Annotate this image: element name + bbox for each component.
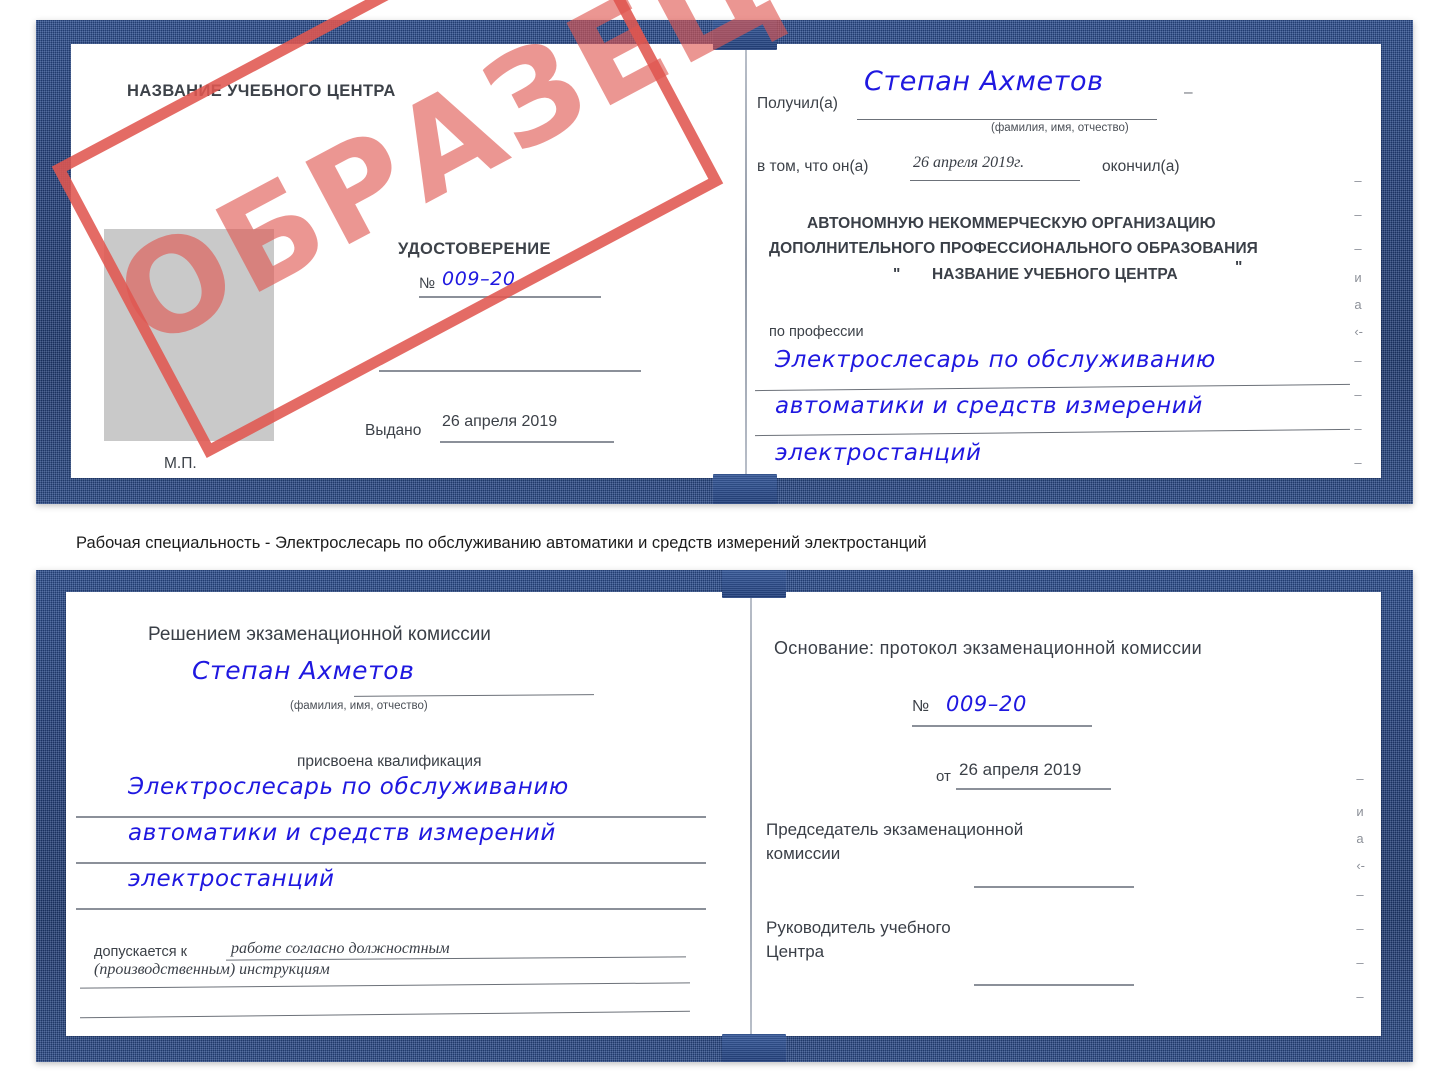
margin-mark: –	[1354, 421, 1362, 436]
margin-mark: –	[1356, 771, 1364, 786]
margin-mark: –	[1356, 955, 1364, 970]
finished-label: окончил(а)	[1102, 158, 1180, 175]
bottom-certificate-book: Решением экзаменационной комиссии Степан…	[36, 570, 1413, 1062]
top-spine-tab-lower	[713, 474, 777, 504]
received-value: Степан Ахметов	[864, 66, 1104, 97]
received-label: Получил(а)	[757, 95, 838, 112]
margin-marks-top: – – – и а ‹- – – – –	[1354, 174, 1363, 469]
qualification-rule1	[76, 816, 706, 818]
head-signature-rule	[974, 984, 1134, 986]
organization-line1: АВТОНОМНУЮ НЕКОММЕРЧЕСКУЮ ОРГАНИЗАЦИЮ	[807, 215, 1216, 232]
head-line2: Центра	[766, 942, 825, 961]
qualification-line2: автоматики и средств измерений	[128, 820, 556, 846]
qualification-rule3	[76, 908, 706, 910]
top-left-blank-rule	[379, 370, 641, 372]
bottom-spine-tab-lower	[722, 1034, 786, 1062]
bottom-right-page: Основание: протокол экзаменационной коми…	[756, 592, 1381, 1036]
chairman-line1: Председатель экзаменационной	[766, 820, 1024, 839]
admitted-rule3	[80, 1010, 690, 1019]
margin-mark: а	[1356, 831, 1364, 846]
top-left-number-value: 009–20	[442, 268, 516, 290]
top-left-doc-title: УДОСТОВЕРЕНИЕ	[398, 240, 551, 258]
caption-text: Рабочая специальность - Электрослесарь п…	[76, 534, 927, 552]
bottom-name-rule	[353, 694, 595, 698]
qualification-line1: Электрослесарь по обслуживанию	[128, 774, 569, 800]
margin-mark: ‹-	[1356, 858, 1365, 873]
top-right-page: Получил(а) Степан Ахметов (фамилия, имя,…	[747, 44, 1381, 478]
top-left-issued-rule	[440, 441, 614, 443]
bottom-left-page: Решением экзаменационной комиссии Степан…	[66, 592, 750, 1036]
protocol-date-label: от	[936, 768, 951, 785]
margin-mark: –	[1356, 921, 1364, 936]
margin-dash-a: –	[1184, 84, 1193, 101]
completion-date-rule	[910, 180, 1080, 182]
fio-hint-top: (фамилия, имя, отчество)	[991, 122, 1129, 134]
basis-label: Основание: протокол экзаменационной коми…	[774, 638, 1202, 658]
certificate-scan-canvas: НАЗВАНИЕ УЧЕБНОГО ЦЕНТРА УДОСТОВЕРЕНИЕ №…	[0, 0, 1448, 1085]
profession-line1: Электрослесарь по обслуживанию	[775, 347, 1216, 373]
margin-mark: –	[1356, 887, 1364, 902]
margin-mark: –	[1354, 173, 1362, 188]
margin-mark: а	[1354, 297, 1362, 312]
bottom-certificate-pages: Решением экзаменационной комиссии Степан…	[66, 592, 1381, 1036]
margin-mark: и	[1354, 270, 1362, 285]
qualification-line3: электростанций	[128, 866, 335, 892]
margin-mark: ‹-	[1354, 324, 1363, 339]
protocol-date-rule	[956, 788, 1111, 790]
chairman-line2: комиссии	[766, 844, 841, 863]
margin-mark: –	[1356, 989, 1364, 1004]
admitted-rule2	[80, 982, 690, 989]
completion-date: 26 апреля 2019г.	[913, 154, 1025, 171]
profession-rule2	[755, 428, 1350, 437]
profession-line2: автоматики и средств измерений	[775, 393, 1203, 419]
margin-mark: и	[1356, 804, 1364, 819]
organization-line2: ДОПОЛНИТЕЛЬНОГО ПРОФЕССИОНАЛЬНОГО ОБРАЗО…	[769, 240, 1258, 257]
bottom-spine-tab-upper	[722, 570, 786, 598]
admitted-line1: работе согласно должностным	[231, 940, 450, 957]
chairman-signature-rule	[974, 886, 1134, 888]
protocol-number-rule	[912, 725, 1092, 727]
margin-mark: –	[1354, 387, 1362, 402]
top-left-page: НАЗВАНИЕ УЧЕБНОГО ЦЕНТРА УДОСТОВЕРЕНИЕ №…	[71, 44, 745, 478]
organization-name: НАЗВАНИЕ УЧЕБНОГО ЦЕНТРА	[932, 266, 1178, 283]
protocol-number-label: №	[912, 698, 930, 715]
margin-mark: –	[1354, 241, 1362, 256]
qualification-rule2	[76, 862, 706, 864]
qualification-label: присвоена квалификация	[297, 753, 482, 770]
top-left-number-rule	[419, 296, 601, 298]
top-left-issued-value: 26 апреля 2019	[442, 413, 558, 430]
fio-hint-bottom: (фамилия, имя, отчество)	[290, 700, 428, 712]
profession-label: по профессии	[769, 324, 864, 340]
organization-quote-open: "	[893, 266, 901, 283]
protocol-number-value: 009–20	[946, 692, 1027, 716]
profession-rule1	[755, 383, 1350, 392]
top-certificate-book: НАЗВАНИЕ УЧЕБНОГО ЦЕНТРА УДОСТОВЕРЕНИЕ №…	[36, 20, 1413, 504]
top-left-number-label: №	[419, 275, 436, 292]
top-left-center-name: НАЗВАНИЕ УЧЕБНОГО ЦЕНТРА	[127, 82, 396, 100]
top-left-issued-label: Выдано	[365, 422, 422, 439]
in-that-label: в том, что он(а)	[757, 158, 869, 175]
admitted-label: допускается к	[94, 944, 187, 960]
photo-placeholder	[104, 229, 274, 441]
commission-decision: Решением экзаменационной комиссии	[148, 624, 491, 645]
bottom-book-spine	[750, 592, 752, 1036]
margin-mark: –	[1354, 207, 1362, 222]
margin-marks-bottom: – и а ‹- – – – –	[1356, 772, 1365, 1003]
protocol-date-value: 26 апреля 2019	[959, 760, 1082, 779]
margin-mark: –	[1354, 353, 1362, 368]
top-spine-tab-upper	[713, 20, 777, 50]
head-line1: Руководитель учебного	[766, 918, 951, 937]
profession-line3: электростанций	[775, 440, 982, 466]
margin-mark: –	[1354, 455, 1362, 470]
top-left-seal-label: М.П.	[164, 455, 197, 472]
received-rule	[857, 119, 1157, 121]
bottom-name-value: Степан Ахметов	[192, 656, 415, 685]
admitted-line2: (производственным) инструкциям	[94, 961, 330, 978]
top-certificate-pages: НАЗВАНИЕ УЧЕБНОГО ЦЕНТРА УДОСТОВЕРЕНИЕ №…	[71, 44, 1381, 478]
organization-quote-close: "	[1235, 259, 1243, 276]
